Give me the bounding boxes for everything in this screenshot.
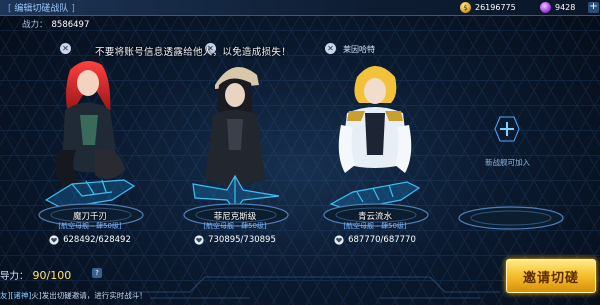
remove-slot-3-icon[interactable]: ✕ [325,43,336,54]
add-ship-icon[interactable] [493,115,521,143]
hp-value: 730895/730895 [208,235,276,245]
heart-icon [334,235,344,245]
chat-channel: 友] [0,291,11,300]
gem-counter: 9428 [540,1,575,14]
fleet-card-1[interactable]: 魔刀千刃 [航空母舰 - 肆50级] 628492/628492 [30,55,150,265]
slot-3-label: 莱因哈特 [343,45,375,54]
help-icon[interactable]: ? [92,268,102,278]
hp-row: 687770/687770 [315,235,435,245]
gold-counter: $ 26196775 [460,1,516,14]
platform-empty [458,206,564,230]
leadership-label: 导力： [0,271,29,282]
leadership-stat: 导力： 90/100 [0,268,71,282]
hp-value: 628492/628492 [63,235,131,245]
empty-fleet-slot[interactable]: 新战舰可加入 [458,115,564,230]
chat-text: 火]发出切磋邀请，进行实时战斗！ [31,291,147,300]
fleet-card-2[interactable]: 菲尼克斯级 [航空母舰 - 肆50级] 730895/730895 [175,55,295,265]
page-title: [ 编辑切磋战队 ] [8,4,75,14]
hp-row: 730895/730895 [175,235,295,245]
chat-sender: [诸神] [10,291,32,300]
remove-slot-1-icon[interactable]: ✕ [60,43,71,54]
empty-slot-label: 新战舰可加入 [485,158,530,167]
heart-icon [194,235,204,245]
ship-type: [航空母舰 - 肆50级] [343,222,407,230]
ship-type: [航空母舰 - 肆50级] [58,222,122,230]
gem-value: 9428 [555,3,576,12]
chat-ticker[interactable]: 友][诸神]火]发出切磋邀请，进行实时战斗！ [0,290,147,301]
fleet-card-3[interactable]: 青云流水 [航空母舰 - 肆50级] 687770/687770 [315,55,435,265]
top-bar: [ 编辑切磋战队 ] $ 26196775 9428 + [0,0,600,16]
gold-coin-icon: $ [460,2,471,13]
purple-gem-icon [540,2,551,13]
invite-duel-button[interactable]: 邀请切磋 [506,259,596,293]
ship-type: [航空母舰 - 肆50级] [203,222,267,230]
gold-value: 26196775 [475,3,516,12]
team-power: 战力： 8586497 [22,18,89,30]
bottom-decoration [130,276,500,299]
power-label: 战力： [22,20,48,30]
power-value: 8586497 [51,20,90,30]
hp-row: 628492/628492 [30,235,150,245]
hp-value: 687770/687770 [348,235,416,245]
add-currency-button[interactable]: + [588,2,599,13]
heart-icon [49,235,59,245]
leadership-value: 90/100 [32,269,72,282]
security-toast: 不要将账号信息透露给他人，以免造成损失！ [95,47,292,58]
